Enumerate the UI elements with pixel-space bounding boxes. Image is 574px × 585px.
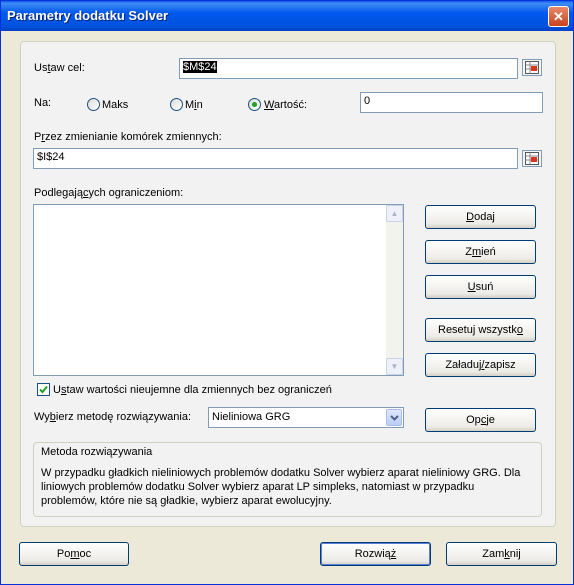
radio-value-of[interactable] (248, 98, 261, 111)
dialog-title: Parametry dodatku Solver (7, 8, 169, 23)
radio-min[interactable] (170, 98, 183, 111)
method-dropdown-button[interactable] (386, 409, 402, 426)
method-select-value: Nieliniowa GRG (212, 411, 291, 423)
to-label: Na: (34, 97, 52, 109)
scroll-down-icon[interactable]: ▼ (386, 358, 403, 375)
target-range-select-button[interactable] (522, 59, 542, 76)
change-button[interactable]: Zmień (425, 240, 536, 264)
constraints-list[interactable]: ▲ ▼ (33, 204, 404, 376)
changing-cells-input[interactable]: $I$24 (33, 148, 518, 169)
nonnegative-checkbox[interactable] (37, 383, 50, 396)
options-button[interactable]: Opcje (425, 408, 536, 432)
constraints-label: Podlegających ograniczeniom: (34, 187, 184, 199)
nonnegative-label: Ustaw wartości nieujemne dla zmiennych b… (53, 384, 332, 396)
delete-button[interactable]: Usuń (425, 275, 536, 299)
constraints-scrollbar[interactable]: ▲ ▼ (386, 205, 403, 375)
method-description-group: Metoda rozwiązywania W przypadku gładkic… (33, 442, 542, 517)
scroll-up-icon[interactable]: ▲ (386, 205, 403, 222)
target-label: Ustaw cel: (34, 62, 85, 74)
close-window-button[interactable]: ✕ (548, 6, 569, 27)
close-button[interactable]: Zamknij (446, 542, 557, 566)
radio-max[interactable] (87, 98, 100, 111)
changing-cells-label: Przez zmienianie komórek zmiennych: (34, 131, 222, 143)
help-button[interactable]: Pomoc (19, 542, 129, 566)
range-select-icon (525, 61, 539, 74)
method-label: Wybierz metodę rozwiązywania: (34, 411, 192, 423)
changing-range-select-button[interactable] (522, 150, 542, 167)
range-select-icon (525, 152, 539, 165)
load-save-button[interactable]: Załaduj/zapisz (425, 353, 536, 377)
checkmark-icon (39, 385, 48, 394)
radio-min-label: Min (185, 99, 203, 111)
reset-all-button[interactable]: Resetuj wszystko (425, 318, 536, 342)
chevron-down-icon (390, 415, 399, 421)
value-of-input[interactable]: 0 (360, 92, 543, 113)
solve-button[interactable]: Rozwiąż (320, 542, 431, 566)
title-bar: Parametry dodatku Solver ✕ (1, 1, 573, 31)
radio-max-label: Maks (102, 99, 129, 111)
add-button[interactable]: Dodaj (425, 205, 536, 229)
method-group-title: Metoda rozwiązywania (41, 446, 153, 458)
solver-dialog: Parametry dodatku Solver ✕ Ustaw cel: $M… (0, 0, 574, 585)
method-group-text: W przypadku gładkich nieliniowych proble… (41, 467, 521, 507)
target-cell-input[interactable]: $M$24 (179, 58, 518, 79)
method-select[interactable]: Nieliniowa GRG (208, 407, 404, 428)
radio-value-of-label: Wartość: (264, 99, 307, 111)
